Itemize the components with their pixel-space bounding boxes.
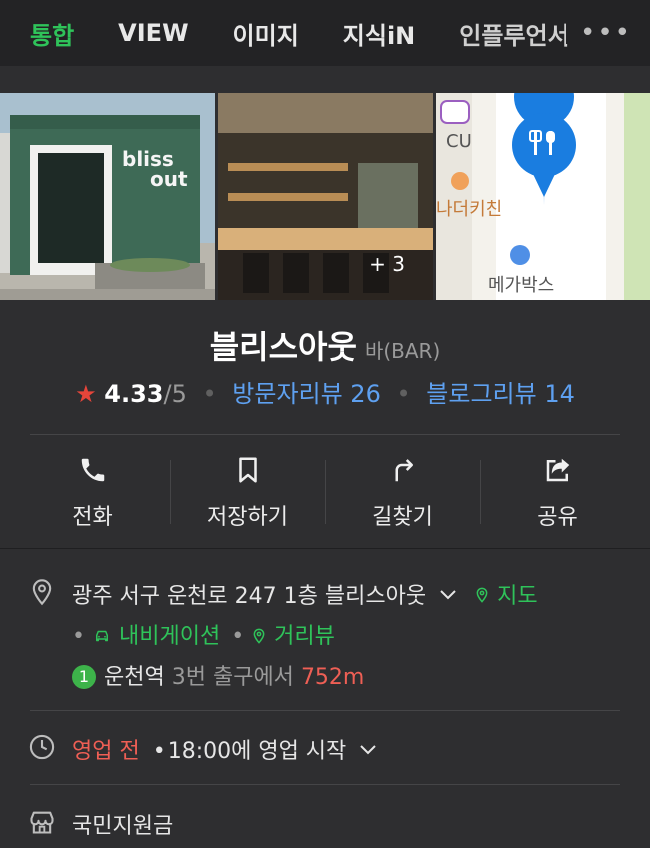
photo-strip: bliss out + 3 CU 나더키친 메가박스 [0, 93, 650, 300]
more-photos-count: + 3 [369, 252, 405, 276]
place-category: 바(BAR) [364, 339, 441, 363]
separator-dot: • [202, 380, 217, 408]
subway-exit: 3번 출구에서 [171, 665, 294, 690]
navigation-link[interactable]: 내비게이션 [92, 624, 227, 649]
subway-line-badge: 1 [72, 665, 96, 689]
tab-view[interactable]: VIEW [118, 19, 188, 47]
map-thumbnail[interactable]: CU 나더키친 메가박스 [436, 93, 650, 300]
map-label-restaurant: 나더키친 [436, 199, 503, 220]
blog-reviews-link[interactable]: 블로그리뷰 14 [426, 380, 575, 408]
rating-max: /5 [163, 380, 187, 408]
street-view-pin-icon [253, 628, 265, 644]
store-icon [30, 811, 54, 834]
bookmark-icon [238, 457, 257, 482]
tab-integrated[interactable]: 통합 [30, 16, 74, 51]
street-view-link[interactable]: 거리뷰 [251, 624, 335, 649]
directions-label: 길찾기 [372, 504, 433, 530]
street-view-label: 거리뷰 [274, 624, 335, 649]
divider [30, 784, 620, 785]
map-label-cu: CU [446, 131, 472, 152]
star-icon: ★ [75, 380, 97, 408]
clock-icon [29, 734, 55, 760]
separator-dot: • [231, 624, 245, 649]
save-label: 저장하기 [207, 504, 288, 530]
place-header: 블리스아웃 바(BAR) [0, 322, 650, 368]
subway-distance: 752m [300, 665, 365, 690]
tab-knowledge-in[interactable]: 지식iN [343, 16, 415, 51]
tab-images[interactable]: 이미지 [233, 16, 299, 51]
separator-dot: • [396, 380, 411, 408]
address-links-row: • 내비게이션 • 거리뷰 [72, 618, 335, 650]
address-text[interactable]: 광주 서구 운천로 247 1층 블리스아웃 [72, 584, 426, 609]
share-label: 공유 [537, 504, 578, 530]
more-tabs-icon[interactable]: ••• [565, 20, 632, 46]
sign-text-out: out [150, 167, 188, 191]
rating-summary: ★ 4.33/5 • 방문자리뷰 26 • 블로그리뷰 14 [0, 374, 650, 409]
subway-row: 1 운천역 3번 출구에서 752m [72, 659, 364, 691]
map-link[interactable]: 지도 [474, 584, 538, 609]
location-pin-icon [32, 579, 52, 606]
visitor-reviews-link[interactable]: 방문자리뷰 26 [232, 380, 381, 408]
separator-dot: • [72, 624, 85, 649]
section-divider [0, 548, 650, 549]
rating-score: 4.33 [104, 380, 164, 408]
map-link-label: 지도 [497, 584, 538, 609]
divider [30, 434, 620, 435]
save-button[interactable]: 저장하기 [170, 440, 325, 545]
address-row: 광주 서구 운천로 247 1층 블리스아웃 지도 [72, 578, 538, 610]
car-icon [95, 630, 108, 642]
directions-button[interactable]: 길찾기 [325, 440, 480, 545]
tab-influencer[interactable]: 인플루언서 [459, 16, 569, 51]
phone-icon [81, 458, 104, 481]
search-tab-bar: 통합 VIEW 이미지 지식iN 인플루언서 [0, 0, 650, 66]
storefront-image [0, 93, 215, 300]
share-icon [546, 458, 569, 481]
storefront-photo[interactable]: bliss out [0, 93, 215, 300]
action-bar: 전화 저장하기 길찾기 공유 [15, 440, 635, 545]
business-hours: 18:00에 영업 시작 [167, 739, 347, 764]
chevron-down-icon[interactable] [439, 589, 457, 601]
separator-dot: • [152, 739, 166, 764]
place-name: 블리스아웃 [209, 328, 357, 366]
interior-photo[interactable]: + 3 [218, 93, 433, 300]
call-button[interactable]: 전화 [15, 440, 170, 545]
directions-icon [395, 458, 413, 481]
map-pin-icon [476, 587, 488, 603]
share-button[interactable]: 공유 [480, 440, 635, 545]
call-label: 전화 [72, 504, 113, 530]
navigation-label: 내비게이션 [118, 624, 221, 649]
subway-station[interactable]: 운천역 [104, 665, 165, 690]
map-label-megabox: 메가박스 [488, 275, 555, 296]
chevron-down-icon[interactable] [359, 744, 377, 756]
support-fund-label: 국민지원금 [72, 814, 174, 839]
divider [30, 710, 620, 711]
hours-row[interactable]: 영업 전 •18:00에 영업 시작 [72, 733, 377, 765]
business-status: 영업 전 [72, 739, 140, 764]
